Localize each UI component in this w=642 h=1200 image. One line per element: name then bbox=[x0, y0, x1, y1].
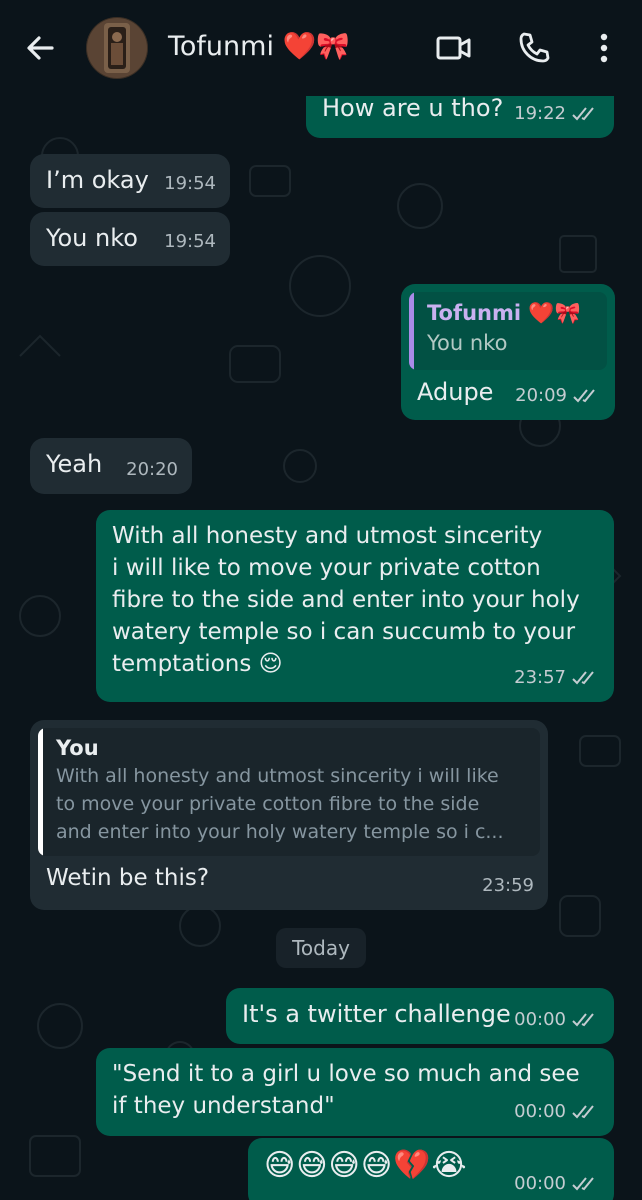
message-meta: 23:59 bbox=[482, 870, 534, 902]
message-line: watery temple so i can succumb to your bbox=[112, 619, 576, 645]
voice-call-icon[interactable] bbox=[514, 28, 554, 68]
message-time: 00:00 bbox=[514, 1101, 566, 1122]
double-check-icon bbox=[572, 1013, 594, 1027]
quote-bar bbox=[38, 728, 43, 856]
message-outgoing[interactable]: How are u tho? 19:22 bbox=[306, 96, 614, 138]
message-incoming-reply[interactable]: You With all honesty and utmost sincerit… bbox=[30, 720, 548, 910]
message-incoming[interactable]: I’m okay 19:54 bbox=[30, 154, 230, 208]
back-arrow-icon[interactable] bbox=[22, 30, 58, 66]
contact-avatar[interactable] bbox=[86, 17, 148, 79]
message-outgoing[interactable]: 😅😅😅😅💔😭 00:00 bbox=[248, 1138, 614, 1200]
quoted-message[interactable]: You With all honesty and utmost sincerit… bbox=[38, 728, 540, 856]
message-incoming[interactable]: You nko 19:54 bbox=[30, 212, 230, 266]
quote-bar bbox=[409, 292, 414, 370]
message-outgoing[interactable]: "Send it to a girl u love so much and se… bbox=[96, 1048, 614, 1136]
message-incoming[interactable]: Yeah 20:20 bbox=[30, 438, 192, 494]
message-line: With all honesty and utmost sincerity bbox=[112, 523, 543, 549]
message-text: How are u tho? bbox=[322, 96, 504, 122]
quote-line: and enter into your holy watery temple s… bbox=[56, 821, 504, 843]
contact-name-emojis: ❤️🎀 bbox=[282, 31, 350, 62]
video-call-icon[interactable] bbox=[434, 28, 474, 68]
quote-line: With all honesty and utmost sincerity i … bbox=[56, 765, 499, 787]
message-time: 19:22 bbox=[514, 103, 566, 124]
message-time: 19:54 bbox=[164, 231, 216, 252]
chat-header: Tofunmi ❤️🎀 bbox=[0, 0, 642, 96]
message-time: 00:00 bbox=[514, 1173, 566, 1194]
double-check-icon bbox=[572, 107, 594, 121]
message-meta: 19:22 bbox=[514, 98, 600, 130]
message-time: 20:20 bbox=[126, 459, 178, 480]
message-line: i will like to move your private cotton bbox=[112, 555, 541, 581]
double-check-icon bbox=[572, 671, 594, 685]
message-time: 00:00 bbox=[514, 1009, 566, 1030]
message-outgoing[interactable]: With all honesty and utmost sincerity i … bbox=[96, 510, 614, 702]
message-text: I’m okay bbox=[46, 166, 149, 194]
quote-author: Tofunmi ❤️🎀 bbox=[427, 301, 581, 325]
double-check-icon bbox=[573, 389, 595, 403]
message-text: Wetin be this? bbox=[46, 865, 210, 891]
quote-text: You nko bbox=[427, 331, 508, 355]
message-meta: 00:00 bbox=[514, 1168, 600, 1200]
quote-author: You bbox=[56, 736, 99, 760]
message-meta: 00:00 bbox=[514, 1096, 600, 1128]
message-time: 19:54 bbox=[164, 173, 216, 194]
double-check-icon bbox=[572, 1105, 594, 1119]
message-text: Yeah bbox=[46, 450, 103, 478]
message-meta: 20:20 bbox=[126, 454, 178, 486]
message-time: 23:57 bbox=[514, 667, 566, 688]
message-time: 23:59 bbox=[482, 875, 534, 896]
double-check-icon bbox=[572, 1177, 594, 1191]
message-meta: 00:00 bbox=[514, 1004, 600, 1036]
quoted-message[interactable]: Tofunmi ❤️🎀 You nko bbox=[409, 292, 607, 370]
more-options-icon[interactable] bbox=[586, 28, 622, 68]
message-meta: 23:57 bbox=[514, 662, 600, 694]
message-line: fibre to the side and enter into your ho… bbox=[112, 587, 580, 613]
message-meta: 20:09 bbox=[515, 380, 601, 412]
message-outgoing[interactable]: It's a twitter challenge 00:00 bbox=[226, 988, 614, 1044]
contact-name[interactable]: Tofunmi ❤️🎀 bbox=[168, 30, 350, 62]
message-time: 20:09 bbox=[515, 385, 567, 406]
date-separator: Today bbox=[276, 928, 366, 968]
message-text: You nko bbox=[46, 224, 138, 252]
chat-area[interactable]: How are u tho? 19:22 I’m okay 19:54 You … bbox=[0, 96, 642, 1200]
message-meta: 19:54 bbox=[164, 226, 216, 258]
message-line: "Send it to a girl u love so much and se… bbox=[112, 1061, 580, 1087]
message-meta: 19:54 bbox=[164, 168, 216, 200]
contact-name-text: Tofunmi bbox=[168, 31, 274, 62]
message-outgoing-reply[interactable]: Tofunmi ❤️🎀 You nko Adupe 20:09 bbox=[401, 284, 615, 420]
message-text: It's a twitter challenge bbox=[242, 1000, 511, 1028]
quote-line: to move your private cotton fibre to the… bbox=[56, 793, 480, 815]
